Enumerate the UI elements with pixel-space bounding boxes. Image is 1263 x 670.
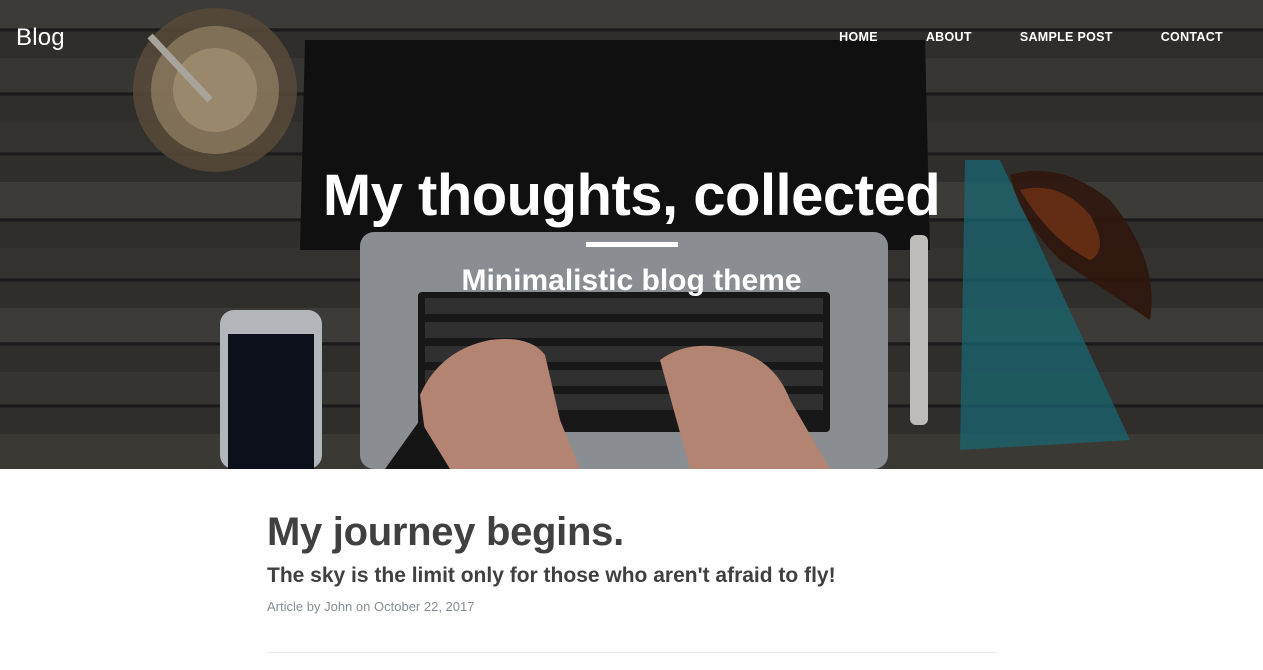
post-meta-prefix: Article by [267,599,321,614]
post-divider [267,652,997,653]
nav-links: HOME ABOUT SAMPLE POST CONTACT [791,30,1223,44]
nav-link-about[interactable]: ABOUT [926,30,972,44]
post-meta-on: on [355,599,371,614]
hero-title: My thoughts, collected [322,163,941,228]
nav-link-home[interactable]: HOME [839,30,878,44]
hero-subtitle: Minimalistic blog theme [461,264,802,297]
post-list: My journey begins. The sky is the limit … [267,469,997,653]
post-author-link[interactable]: John [324,599,352,614]
brand-link[interactable]: Blog [16,24,65,52]
post-title-link[interactable]: My journey begins. [267,509,997,555]
post-meta: Article by John on October 22, 2017 [267,599,997,614]
hero-header: Blog HOME ABOUT SAMPLE POST CONTACT My t… [0,0,1263,469]
post-preview: My journey begins. The sky is the limit … [267,509,997,614]
nav-link-sample-post[interactable]: SAMPLE POST [1020,30,1113,44]
hero-heading: My thoughts, collected Minimalistic blog… [0,160,1263,299]
post-subtitle[interactable]: The sky is the limit only for those who … [267,563,997,589]
nav-link-contact[interactable]: CONTACT [1161,30,1223,44]
navbar: Blog HOME ABOUT SAMPLE POST CONTACT [0,0,1263,76]
hero-divider [585,242,678,247]
post-date: October 22, 2017 [374,599,475,614]
